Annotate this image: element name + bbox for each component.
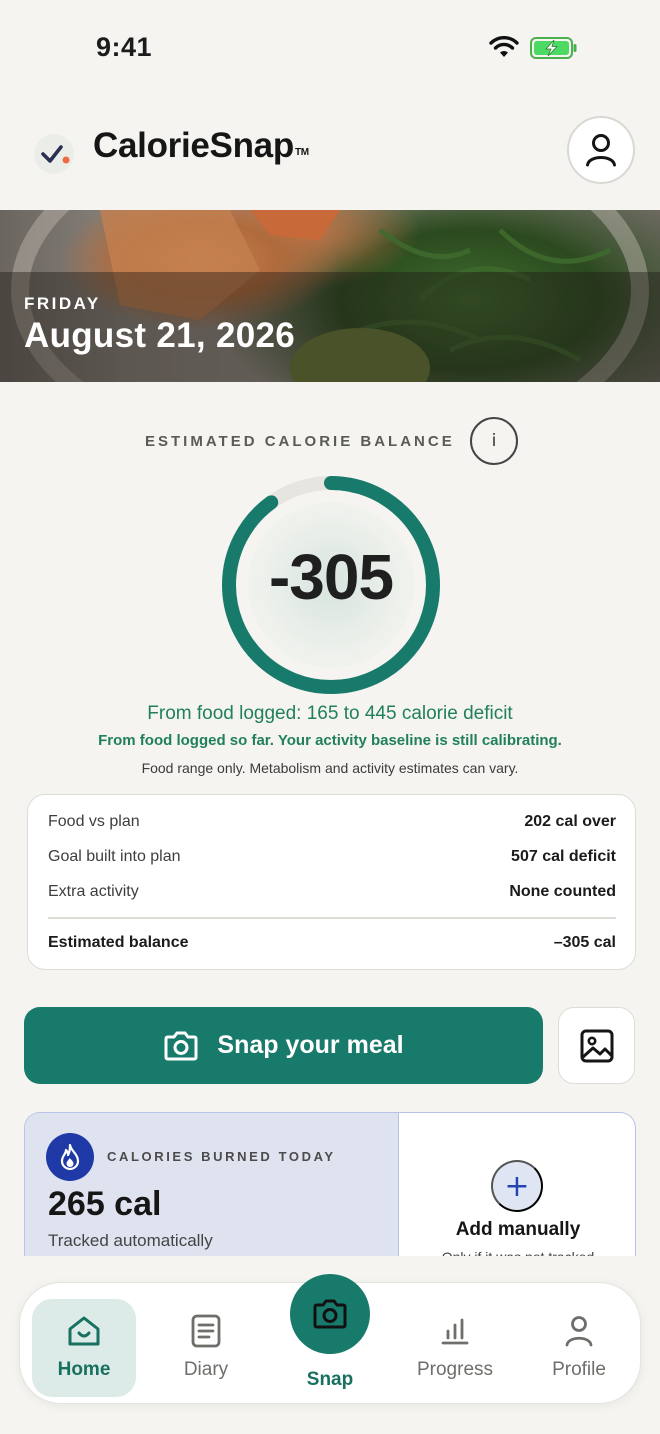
breakdown-total-label: Estimated balance bbox=[48, 934, 189, 951]
burned-subtext: Tracked automatically bbox=[48, 1231, 213, 1250]
tab-snap-button[interactable] bbox=[290, 1274, 370, 1354]
person-icon bbox=[586, 134, 616, 167]
person-icon bbox=[565, 1316, 593, 1347]
status-bar: 9:41 bbox=[0, 0, 660, 96]
tab-diary[interactable]: Diary bbox=[154, 1299, 258, 1397]
trademark-mark: TM bbox=[294, 147, 309, 158]
tab-bar: Home Diary Snap Progress Profile bbox=[19, 1274, 641, 1404]
breakdown-card: Food vs plan 202 cal over Goal built int… bbox=[27, 794, 636, 970]
breakdown-label: Food vs plan bbox=[48, 813, 140, 830]
breakdown-label: Extra activity bbox=[48, 883, 139, 900]
profile-button[interactable] bbox=[567, 116, 635, 184]
balance-value: -305 bbox=[268, 541, 394, 613]
tab-progress-label: Progress bbox=[416, 1359, 494, 1380]
info-button[interactable]: i bbox=[470, 417, 518, 465]
camera-icon bbox=[313, 1299, 347, 1329]
diary-icon bbox=[191, 1314, 221, 1348]
breakdown-row: Extra activity None counted bbox=[48, 883, 616, 901]
breakdown-value: 507 cal deficit bbox=[511, 848, 616, 865]
snap-meal-button[interactable]: Snap your meal bbox=[24, 1007, 543, 1084]
status-time: 9:41 bbox=[96, 32, 153, 62]
breakdown-total-value: –305 cal bbox=[553, 934, 616, 951]
breakdown-divider bbox=[48, 917, 616, 919]
snap-meal-label: Snap your meal bbox=[217, 1031, 404, 1059]
plus-icon: + bbox=[504, 1168, 530, 1204]
info-icon: i bbox=[491, 431, 497, 451]
breakdown-value: None counted bbox=[509, 883, 616, 900]
tab-home[interactable]: Home bbox=[32, 1299, 136, 1397]
wifi-icon bbox=[489, 36, 519, 57]
app-title: CalorieSnapTM bbox=[93, 126, 309, 165]
breakdown-total-row: Estimated balance –305 cal bbox=[48, 934, 616, 952]
logo-icon bbox=[34, 134, 74, 174]
tab-progress[interactable]: Progress bbox=[403, 1299, 507, 1397]
flame-icon bbox=[46, 1133, 94, 1181]
burned-summary: CALORIES BURNED TODAY 265 cal Tracked au… bbox=[25, 1113, 399, 1262]
breakdown-row: Goal built into plan 507 cal deficit bbox=[48, 848, 616, 866]
camera-icon bbox=[164, 1031, 198, 1060]
breakdown-label: Goal built into plan bbox=[48, 848, 181, 865]
tab-snap-label[interactable]: Snap bbox=[280, 1369, 380, 1391]
balance-label: ESTIMATED CALORIE BALANCE bbox=[145, 433, 455, 450]
hero-banner: FRIDAY August 21, 2026 bbox=[0, 210, 660, 382]
add-manually-label[interactable]: Add manually bbox=[399, 1219, 635, 1241]
burned-label: CALORIES BURNED TODAY bbox=[107, 1149, 336, 1164]
app-header: CalorieSnapTM bbox=[0, 110, 660, 200]
breakdown-row: Food vs plan 202 cal over bbox=[48, 813, 616, 831]
image-icon bbox=[580, 1029, 613, 1062]
bar-chart-icon bbox=[441, 1318, 469, 1345]
tab-profile-label: Profile bbox=[552, 1359, 606, 1380]
burned-value: 265 cal bbox=[48, 1185, 162, 1223]
hero-day: FRIDAY bbox=[24, 294, 101, 313]
tab-home-label: Home bbox=[57, 1359, 111, 1380]
calibrating-note: From food logged so far. Your activity b… bbox=[98, 732, 562, 749]
home-icon bbox=[68, 1316, 100, 1346]
disclaimer-text: Food range only. Metabolism and activity… bbox=[141, 760, 519, 776]
breakdown-value: 202 cal over bbox=[524, 813, 616, 830]
tab-profile[interactable]: Profile bbox=[527, 1299, 631, 1397]
battery-icon bbox=[530, 37, 577, 59]
gallery-button[interactable] bbox=[558, 1007, 635, 1084]
calories-burned-card: CALORIES BURNED TODAY 265 cal Tracked au… bbox=[24, 1112, 636, 1262]
tab-diary-label: Diary bbox=[183, 1359, 229, 1380]
add-manually-button[interactable]: + bbox=[491, 1160, 543, 1212]
food-range-text: From food logged: 165 to 445 calorie def… bbox=[147, 703, 513, 724]
hero-date: August 21, 2026 bbox=[24, 316, 295, 355]
